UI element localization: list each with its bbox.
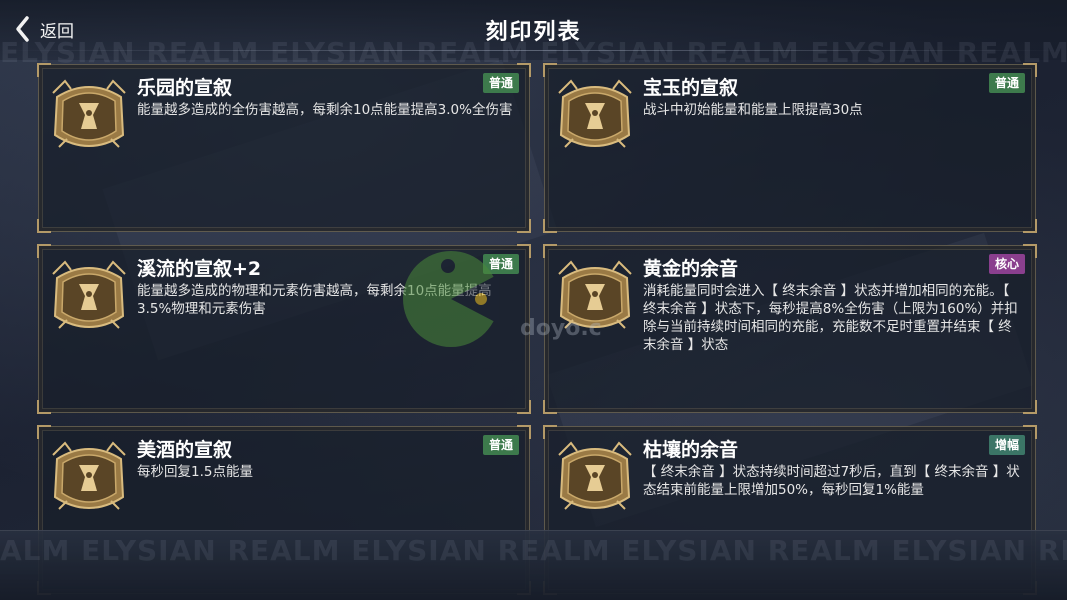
card-corner-ornament [1023, 63, 1037, 77]
signet-description: 战斗中初始能量和能量上限提高30点 [643, 102, 863, 118]
card-corner-ornament [517, 63, 531, 77]
signet-card[interactable]: 黄金的余音 核心 消耗能量同时会进入【 终末余音 】状态并增加相同的充能。【 终… [543, 244, 1037, 414]
card-corner-ornament [517, 244, 531, 258]
signet-title: 宝玉的宣叙 [643, 77, 739, 99]
signet-title: 溪流的宣叙+2 [137, 258, 262, 280]
watermark-bottom: ALM ELYSIAN REALM ELYSIAN REALM ELYSIAN … [0, 534, 1067, 567]
card-corner-ornament [1023, 219, 1037, 233]
signet-type-badge: 增幅 [988, 435, 1025, 455]
signet-card[interactable]: 乐园的宣叙 普通 能量越多造成的全伤害越高，每剩余10点能量提高3.0%全伤害 [37, 63, 531, 233]
signet-title: 枯壤的余音 [643, 439, 739, 461]
signet-description: 能量越多造成的全伤害越高，每剩余10点能量提高3.0%全伤害 [137, 102, 513, 118]
signet-emblem-icon [52, 79, 126, 148]
signet-title: 美酒的宣叙 [137, 439, 233, 461]
card-corner-ornament [1023, 244, 1037, 258]
signet-title: 乐园的宣叙 [137, 77, 233, 99]
signet-description: 【 终末余音 】状态持续时间超过7秒后，直到【 终末余音 】状态结束前能量上限增… [643, 464, 1020, 498]
card-corner-ornament [37, 219, 51, 233]
signet-type-badge: 普通 [988, 73, 1025, 93]
signet-type-badge: 普通 [482, 73, 519, 93]
card-corner-ornament [1023, 425, 1037, 439]
signet-emblem-icon [52, 260, 126, 329]
card-corner-ornament [1023, 400, 1037, 414]
signet-description: 每秒回复1.5点能量 [137, 464, 253, 480]
site-watermark-logo-icon [403, 251, 499, 347]
signet-emblem-icon [52, 441, 126, 510]
signet-type-badge: 普通 [482, 435, 519, 455]
signet-type-badge: 核心 [988, 254, 1025, 274]
card-corner-ornament [517, 425, 531, 439]
page-title: 刻印列表 [485, 20, 582, 45]
card-corner-ornament [543, 400, 557, 414]
signet-emblem-icon [558, 79, 632, 148]
header-divider [0, 50, 1067, 51]
signet-card[interactable]: 宝玉的宣叙 普通 战斗中初始能量和能量上限提高30点 [543, 63, 1037, 233]
signet-emblem-icon [558, 441, 632, 510]
site-watermark-text: doyo.c [520, 316, 602, 341]
card-corner-ornament [543, 219, 557, 233]
card-corner-ornament [37, 400, 51, 414]
card-corner-ornament [517, 400, 531, 414]
card-corner-ornament [517, 219, 531, 233]
game-screen: ELYSIAN REALM ELYSIAN REALM ELYSIAN REAL… [0, 0, 1067, 600]
signet-title: 黄金的余音 [643, 258, 739, 280]
signet-description: 消耗能量同时会进入【 终末余音 】状态并增加相同的充能。【 终末余音 】状态下，… [643, 283, 1018, 353]
